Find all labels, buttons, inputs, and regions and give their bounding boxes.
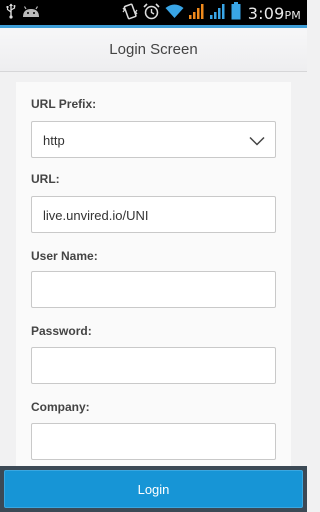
company-label: Company: [31,400,90,414]
url-field[interactable]: live.unvired.io/UNI [31,196,276,233]
password-label: Password: [31,324,92,338]
usb-icon [6,3,16,24]
user-name-field[interactable] [31,271,276,308]
android-icon [22,5,40,23]
page-title: Login Screen [109,41,198,58]
status-bar: 3:09PM [0,0,307,25]
vibrate-icon [122,2,138,25]
user-name-label: User Name: [31,249,98,263]
url-label: URL: [31,172,60,186]
password-field[interactable] [31,347,276,384]
login-form: URL Prefix: http URL: live.unvired.io/UN… [16,82,291,477]
url-value: live.unvired.io/UNI [43,208,149,223]
clock: 3:09PM [247,4,301,23]
login-button[interactable]: Login [4,470,303,508]
alarm-icon [143,2,160,25]
footer-bar: Login [0,466,307,512]
wifi-icon [165,4,184,24]
battery-icon [231,2,241,25]
chevron-down-icon [249,133,265,151]
url-prefix-label: URL Prefix: [31,97,97,111]
signal-icon [209,3,226,25]
url-prefix-value: http [43,133,65,148]
company-field[interactable] [31,423,276,460]
header: Login Screen [0,25,307,72]
signal-icon [188,3,205,25]
url-prefix-select[interactable]: http [31,121,276,158]
